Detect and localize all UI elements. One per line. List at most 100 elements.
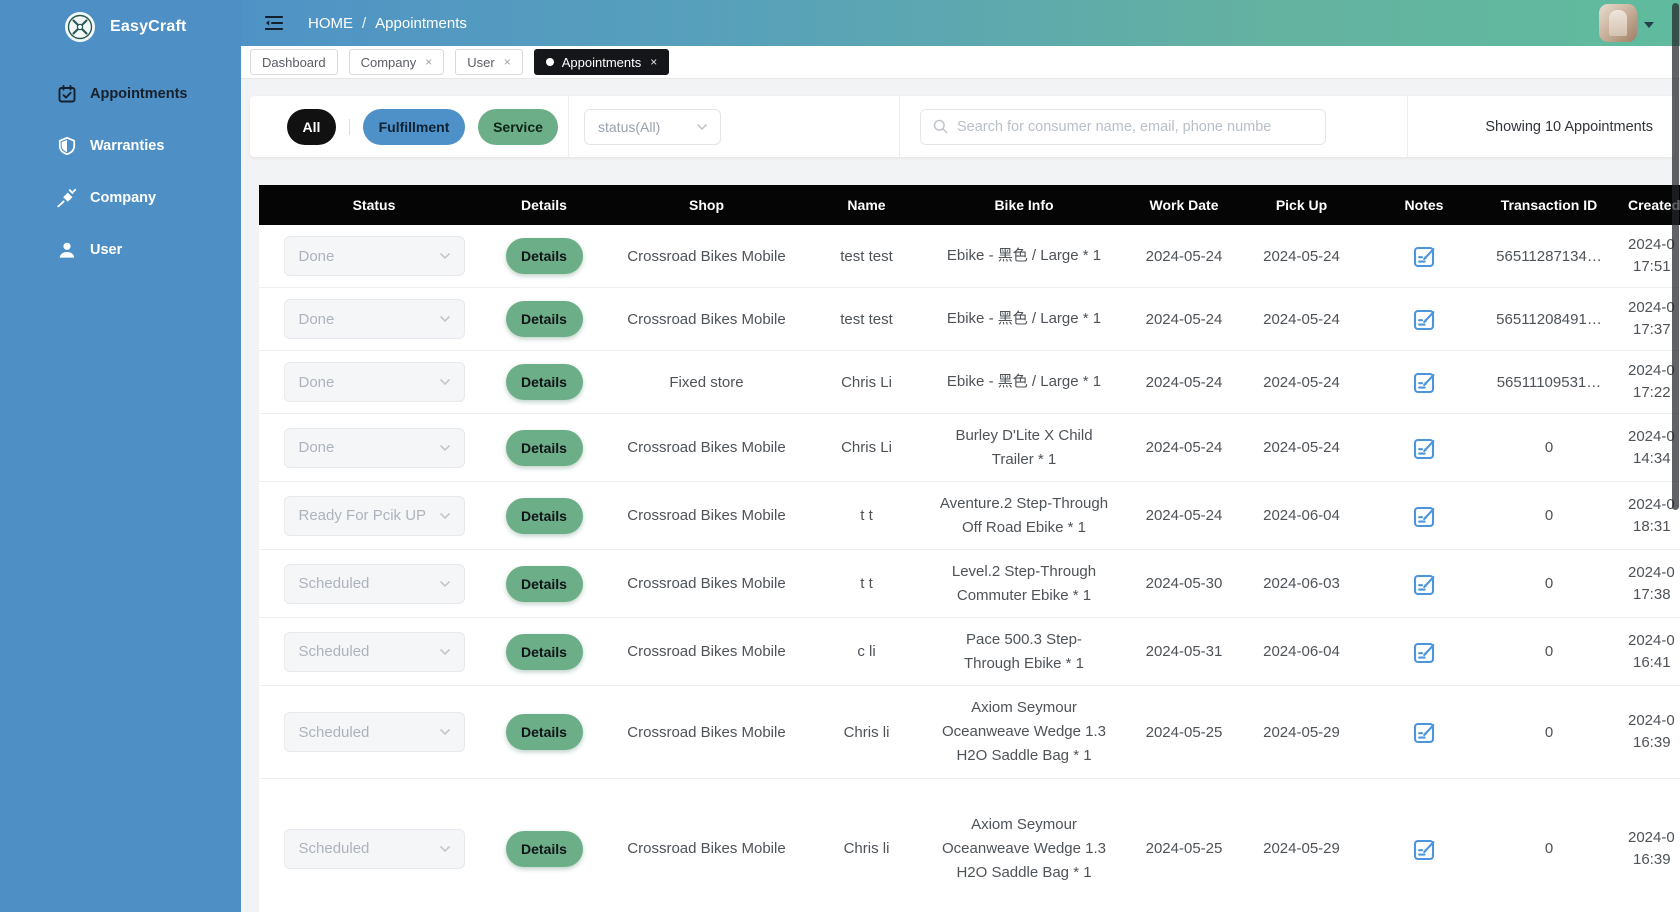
sidebar-item-user[interactable]: User <box>0 224 241 276</box>
details-button[interactable]: Details <box>506 364 583 400</box>
notes-cell <box>1364 503 1484 529</box>
note-edit-icon[interactable] <box>1411 639 1437 665</box>
tab-label: Dashboard <box>262 55 326 70</box>
chevron-down-icon <box>439 252 451 260</box>
tab-dashboard[interactable]: Dashboard <box>250 49 338 75</box>
details-button[interactable]: Details <box>506 498 583 534</box>
sidebar-item-warranties[interactable]: Warranties <box>0 120 241 172</box>
status-value: Ready For Pcik UP <box>299 507 439 524</box>
column-header-name: Name <box>814 197 919 213</box>
work-date-cell: 2024-05-24 <box>1129 507 1239 524</box>
work-date-cell: 2024-05-24 <box>1129 248 1239 265</box>
close-icon[interactable]: × <box>504 56 511 68</box>
results-count-section: Showing 10 Appointments <box>1408 96 1675 157</box>
filter-service-button[interactable]: Service <box>478 109 558 145</box>
note-edit-icon[interactable] <box>1411 836 1437 862</box>
column-header-bike-info: Bike Info <box>919 197 1129 213</box>
status-select[interactable]: Scheduled <box>284 712 465 752</box>
avatar[interactable] <box>1599 4 1637 42</box>
search-input[interactable] <box>957 119 1313 135</box>
breadcrumb-separator: / <box>362 15 366 32</box>
note-edit-icon[interactable] <box>1411 243 1437 269</box>
tab-user[interactable]: User × <box>455 49 522 75</box>
active-tab-dot-icon <box>546 58 554 66</box>
search-section <box>900 96 1408 157</box>
tab-company[interactable]: Company × <box>349 49 445 75</box>
chevron-down-icon <box>439 444 451 452</box>
tab-label: Company <box>361 55 417 70</box>
close-icon[interactable]: × <box>650 56 657 68</box>
note-edit-icon[interactable] <box>1411 369 1437 395</box>
shield-icon <box>57 136 77 156</box>
note-edit-icon[interactable] <box>1411 306 1437 332</box>
created-cell: 2024-018:31 <box>1614 494 1680 538</box>
tab-label: User <box>467 55 494 70</box>
status-select[interactable]: Done <box>284 299 465 339</box>
table-row: ScheduledDetailsCrossroad Bikes Mobilet … <box>259 550 1680 618</box>
details-button[interactable]: Details <box>506 301 583 337</box>
filter-fulfillment-button[interactable]: Fulfillment <box>363 109 465 145</box>
table-row: ScheduledDetailsCrossroad Bikes MobileCh… <box>259 779 1680 912</box>
transaction-id-cell: 0 <box>1484 643 1614 660</box>
details-button[interactable]: Details <box>506 714 583 750</box>
details-button[interactable]: Details <box>506 831 583 867</box>
pick-up-cell: 2024-06-03 <box>1239 575 1364 592</box>
details-button[interactable]: Details <box>506 566 583 602</box>
column-header-pick-up: Pick Up <box>1239 197 1364 213</box>
notes-cell <box>1364 719 1484 745</box>
status-select[interactable]: Done <box>284 362 465 402</box>
details-button[interactable]: Details <box>506 634 583 670</box>
pick-up-cell: 2024-05-24 <box>1239 248 1364 265</box>
tab-appointments[interactable]: Appointments × <box>534 49 670 75</box>
pick-up-cell: 2024-05-29 <box>1239 840 1364 857</box>
chevron-down-icon <box>439 728 451 736</box>
status-select[interactable]: Scheduled <box>284 632 465 672</box>
status-filter-section: status(All) <box>569 96 900 157</box>
shop-cell: Crossroad Bikes Mobile <box>599 643 814 660</box>
notes-cell <box>1364 369 1484 395</box>
status-select[interactable]: Ready For Pcik UP <box>284 496 465 536</box>
menu-fold-icon[interactable] <box>265 15 283 31</box>
pick-up-cell: 2024-05-29 <box>1239 724 1364 741</box>
transaction-id-cell: 56511287134… <box>1484 248 1614 265</box>
column-header-shop: Shop <box>599 197 814 213</box>
sidebar-item-label: User <box>90 242 122 258</box>
status-select[interactable]: Scheduled <box>284 564 465 604</box>
chevron-down-icon <box>439 512 451 520</box>
bike-info-cell: Ebike - 黑色 / Large * 1 <box>919 370 1129 394</box>
details-button[interactable]: Details <box>506 430 583 466</box>
status-dropdown[interactable]: status(All) <box>584 109 721 145</box>
filter-all-button[interactable]: All <box>287 109 336 145</box>
shop-cell: Crossroad Bikes Mobile <box>599 724 814 741</box>
shop-cell: Fixed store <box>599 374 814 391</box>
close-icon[interactable]: × <box>425 56 432 68</box>
breadcrumb-home[interactable]: HOME <box>308 15 353 32</box>
sidebar-nav: Appointments Warranties Company <box>0 68 241 276</box>
status-select[interactable]: Scheduled <box>284 829 465 869</box>
details-button[interactable]: Details <box>506 238 583 274</box>
sidebar-item-appointments[interactable]: Appointments <box>0 68 241 120</box>
column-header-status: Status <box>259 197 489 213</box>
name-cell: Chris li <box>814 724 919 741</box>
name-cell: Chris Li <box>814 439 919 456</box>
sidebar-item-company[interactable]: Company <box>0 172 241 224</box>
user-icon <box>57 240 77 260</box>
pick-up-cell: 2024-05-24 <box>1239 374 1364 391</box>
name-cell: c li <box>814 643 919 660</box>
note-edit-icon[interactable] <box>1411 571 1437 597</box>
vertical-scrollbar-thumb[interactable] <box>1672 3 1679 510</box>
note-edit-icon[interactable] <box>1411 435 1437 461</box>
chevron-down-icon <box>439 315 451 323</box>
bike-info-cell: Ebike - 黑色 / Large * 1 <box>919 307 1129 331</box>
shop-cell: Crossroad Bikes Mobile <box>599 840 814 857</box>
status-select[interactable]: Done <box>284 428 465 468</box>
note-edit-icon[interactable] <box>1411 719 1437 745</box>
transaction-id-cell: 56511208491… <box>1484 311 1614 328</box>
chevron-down-icon <box>439 845 451 853</box>
status-value: Scheduled <box>299 840 439 857</box>
chevron-down-icon[interactable] <box>1644 22 1654 28</box>
column-header-work-date: Work Date <box>1129 197 1239 213</box>
pick-up-cell: 2024-05-24 <box>1239 311 1364 328</box>
status-select[interactable]: Done <box>284 236 465 276</box>
note-edit-icon[interactable] <box>1411 503 1437 529</box>
